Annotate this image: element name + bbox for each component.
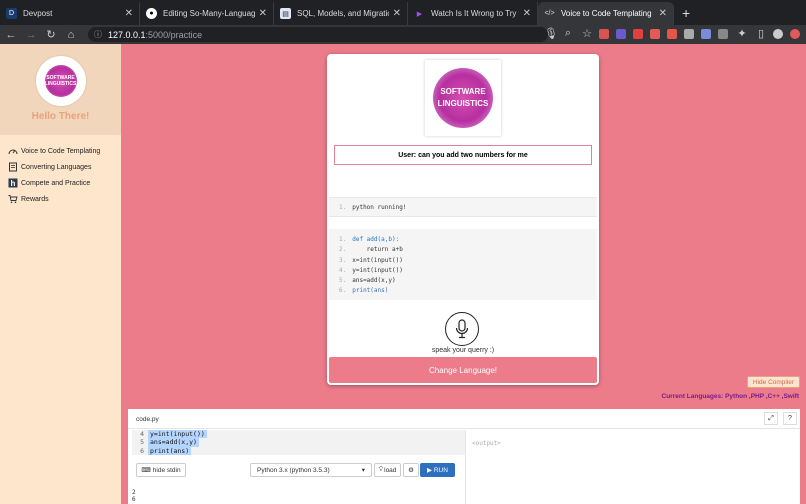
browser-tab-bar: D Devpost ✕ ● Editing So-Many-Languages/… xyxy=(0,0,806,25)
sidebar-item-converting-languages[interactable]: Converting Languages xyxy=(0,159,121,175)
reload-icon[interactable]: ↻ xyxy=(42,28,60,41)
address-bar: ← → ↻ ⌂ ⓘ 127.0.0.1:5000/practice 🎙 ⌕ ☆ … xyxy=(0,25,806,44)
greeting: Hello There! xyxy=(31,111,90,122)
hide-stdin-button[interactable]: ⌨ hide stdin xyxy=(136,463,186,477)
tab-voice-to-code[interactable]: </> Voice to Code Templating ✕ xyxy=(538,2,674,25)
voice-card: SOFTWARE LINGUISTICS User: can you add t… xyxy=(327,54,599,385)
puzzle-icon[interactable]: ✦ xyxy=(737,27,747,40)
tab-watch[interactable]: ▶ Watch Is It Wrong to Try to Pic ✕ xyxy=(408,2,538,25)
code-line: 4. y=int(input()) xyxy=(339,266,403,274)
extension-icon[interactable] xyxy=(650,28,660,39)
extension-row: 🎙 ⌕ ☆ ✦ ▯ xyxy=(542,27,800,40)
profile-avatar[interactable] xyxy=(773,28,783,39)
hide-compiler-button[interactable]: Hide Compiler xyxy=(747,376,800,388)
document-icon: ▤ xyxy=(280,8,291,19)
cart-icon xyxy=(7,194,18,205)
code-line: 5. ans=add(x,y) xyxy=(339,277,396,285)
microphone-icon xyxy=(455,319,469,339)
editor-line: 4 y=int(input()) xyxy=(140,430,207,439)
keyboard-icon: ⌨ xyxy=(141,467,151,474)
code-line: 1. def add(a,b): xyxy=(339,236,400,243)
forward-icon[interactable]: → xyxy=(22,29,40,41)
file-tab[interactable]: code.py xyxy=(136,416,159,423)
close-icon[interactable]: ✕ xyxy=(523,8,531,19)
expand-icon[interactable]: ⤢ xyxy=(764,412,778,425)
card-logo: SOFTWARE LINGUISTICS xyxy=(425,60,501,136)
close-icon[interactable]: ✕ xyxy=(393,8,401,19)
close-icon[interactable]: ✕ xyxy=(659,8,667,19)
output-placeholder: <output> xyxy=(472,440,501,447)
compiler-toolbar: ⌨ hide stdin Python 3.x (python 3.5.3) ▾ 💡… xyxy=(132,459,465,483)
editor-line: 5 ans=add(x,y) xyxy=(140,438,199,447)
logo: SOFTWARE LINGUISTICS xyxy=(35,56,86,106)
close-icon[interactable]: ✕ xyxy=(259,8,267,19)
run-button[interactable]: ▶ RUN xyxy=(420,463,455,477)
info-icon: ⓘ xyxy=(94,30,102,39)
run-output: 1. python running! xyxy=(329,197,597,217)
help-button[interactable]: ? xyxy=(783,412,797,425)
github-icon: ● xyxy=(146,8,157,19)
stdin-area[interactable]: 2 6 xyxy=(132,489,136,503)
tab-editing[interactable]: ● Editing So-Many-Languages/R ✕ xyxy=(140,2,274,25)
svg-text:h: h xyxy=(10,179,15,188)
language-select[interactable]: Python 3.x (python 3.5.3) ▾ xyxy=(250,463,372,477)
back-icon[interactable]: ← xyxy=(2,29,20,41)
zoom-icon[interactable]: ⌕ xyxy=(563,27,573,40)
url-field[interactable]: ⓘ 127.0.0.1:5000/practice xyxy=(88,27,548,42)
speedometer-icon xyxy=(7,146,18,157)
sidebar-item-compete-practice[interactable]: h Compete and Practice xyxy=(0,175,121,191)
home-icon[interactable]: ⌂ xyxy=(62,29,80,41)
current-languages: Current Languages: Python ,PHP ,C++ ,Swi… xyxy=(661,393,799,400)
code-line: 3. x=int(input()) xyxy=(339,256,403,264)
code-line: 6. print(ans) xyxy=(339,287,389,295)
sidebar-header: SOFTWARE LINGUISTICS Hello There! xyxy=(0,44,121,135)
sidebar-item-rewards[interactable]: Rewards xyxy=(0,191,121,207)
code-line: 2. return a+b xyxy=(339,246,403,254)
sidebar-nav: Voice to Code Templating Converting Lang… xyxy=(0,143,121,207)
menu-icon[interactable] xyxy=(790,28,800,39)
extension-icon[interactable] xyxy=(599,28,609,39)
extension-icon[interactable] xyxy=(684,28,694,39)
code-editor[interactable]: 4 y=int(input()) 5 ans=add(x,y) 6 print(ans… xyxy=(132,430,465,455)
code-icon: </> xyxy=(544,10,555,17)
chevron-down-icon: ▾ xyxy=(361,467,365,474)
close-icon[interactable]: ✕ xyxy=(125,8,133,19)
compiler-header: code.py ⤢ ? xyxy=(128,409,800,429)
tab-sql[interactable]: ▤ SQL, Models, and Migrations | ✕ xyxy=(274,2,408,25)
sidebar: SOFTWARE LINGUISTICS Hello There! Voice … xyxy=(0,44,121,504)
microphone-icon[interactable]: 🎙 xyxy=(544,27,558,40)
editor-line: 6 print(ans) xyxy=(140,446,192,455)
microphone-button[interactable] xyxy=(445,312,479,346)
settings-button[interactable]: ⚙ xyxy=(403,463,419,477)
software-linguistics-logo: SOFTWARE LINGUISTICS xyxy=(44,65,77,97)
load-button[interactable]: 💡︎ load xyxy=(374,463,401,477)
tab-devpost[interactable]: D Devpost ✕ xyxy=(0,2,140,25)
extension-icon[interactable] xyxy=(616,28,626,39)
output-pane: <output> xyxy=(465,430,800,504)
generated-code: 1. def add(a,b): 2. return a+b 3. x=int(in… xyxy=(329,229,597,300)
bulb-icon: 💡︎ xyxy=(378,466,384,473)
new-tab-button[interactable]: + xyxy=(674,5,698,25)
extension-icon[interactable] xyxy=(633,28,643,39)
change-language-button[interactable]: Change Language! xyxy=(329,357,597,383)
star-icon[interactable]: ☆ xyxy=(582,27,592,40)
user-query: User: can you add two numbers for me xyxy=(334,145,592,165)
devpost-icon: D xyxy=(6,8,17,19)
speak-label: speak your querry :) xyxy=(431,347,495,354)
extension-icon[interactable] xyxy=(718,28,728,39)
sidebar-item-voice-to-code[interactable]: Voice to Code Templating xyxy=(0,143,121,159)
extension-icon[interactable] xyxy=(701,28,711,39)
hackerrank-icon: h xyxy=(7,178,18,189)
software-linguistics-logo: SOFTWARE LINGUISTICS xyxy=(433,68,493,128)
sidebar-toggle-icon[interactable]: ▯ xyxy=(756,27,766,40)
extension-icon[interactable] xyxy=(667,28,677,39)
notebook-icon xyxy=(7,162,18,173)
play-icon: ▶ xyxy=(416,10,423,18)
compiler-panel: code.py ⤢ ? 4 y=int(input()) 5 ans=add(x,y… xyxy=(128,409,800,504)
